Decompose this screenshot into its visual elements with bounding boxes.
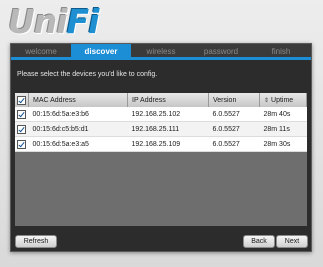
header-uptime-label: Uptime bbox=[271, 96, 294, 104]
device-table-container: MAC Address IP Address Version ⇕ Uptime 0… bbox=[15, 93, 307, 226]
cell-ip: 192.168.25.109 bbox=[127, 136, 209, 152]
select-all-checkbox[interactable] bbox=[17, 95, 26, 105]
row-checkbox-cell[interactable] bbox=[15, 136, 29, 152]
step-finish[interactable]: finish bbox=[251, 44, 311, 60]
next-button[interactable]: Next bbox=[276, 235, 308, 248]
setup-wizard-panel: welcome discover wireless password finis… bbox=[10, 43, 312, 252]
cell-ip: 192.168.25.102 bbox=[127, 107, 209, 122]
logo-text-uni: Uni bbox=[8, 2, 68, 41]
sort-icon: ⇕ bbox=[264, 97, 270, 104]
cell-uptime: 28m 11s bbox=[259, 121, 307, 137]
cell-uptime: 28m 40s bbox=[259, 107, 307, 122]
header-ip[interactable]: IP Address bbox=[127, 93, 209, 107]
step-password[interactable]: password bbox=[191, 44, 251, 60]
unifi-logo: UniFi bbox=[8, 2, 100, 41]
wizard-steps: welcome discover wireless password finis… bbox=[11, 44, 311, 60]
back-button[interactable]: Back bbox=[243, 235, 275, 248]
refresh-button[interactable]: Refresh bbox=[15, 235, 57, 248]
cell-uptime: 28m 30s bbox=[259, 136, 307, 152]
row-checkbox-cell[interactable] bbox=[15, 121, 29, 137]
table-row[interactable]: 00:15:6d:5a:e3:b6 192.168.25.102 6.0.552… bbox=[15, 107, 307, 122]
cell-mac: 00:15:6d:5a:e3:a5 bbox=[28, 136, 128, 152]
cell-mac: 00:15:6d:c5:b5:d1 bbox=[28, 121, 128, 137]
table-row[interactable]: 00:15:6d:c5:b5:d1 192.168.25.111 6.0.552… bbox=[15, 121, 307, 137]
header-mac[interactable]: MAC Address bbox=[28, 93, 128, 107]
row-checkbox[interactable] bbox=[17, 124, 27, 134]
table-header-row: MAC Address IP Address Version ⇕ Uptime bbox=[15, 93, 307, 107]
row-checkbox[interactable] bbox=[17, 109, 27, 119]
device-table: MAC Address IP Address Version ⇕ Uptime 0… bbox=[15, 93, 307, 152]
header-uptime[interactable]: ⇕ Uptime bbox=[259, 93, 307, 107]
step-wireless[interactable]: wireless bbox=[131, 44, 191, 60]
row-checkbox[interactable] bbox=[17, 139, 27, 149]
table-row[interactable]: 00:15:6d:5a:e3:a5 192.168.25.109 6.0.552… bbox=[15, 136, 307, 152]
cell-version: 6.0.5527 bbox=[208, 121, 260, 137]
cell-mac: 00:15:6d:5a:e3:b6 bbox=[28, 107, 128, 122]
instruction-text: Please select the devices you'd like to … bbox=[17, 71, 158, 78]
step-welcome[interactable]: welcome bbox=[11, 44, 71, 60]
step-discover[interactable]: discover bbox=[71, 44, 131, 60]
cell-version: 6.0.5527 bbox=[208, 136, 260, 152]
logo-text-fi: Fi bbox=[66, 2, 100, 41]
select-all-header[interactable] bbox=[15, 93, 29, 107]
row-checkbox-cell[interactable] bbox=[15, 107, 29, 122]
cell-ip: 192.168.25.111 bbox=[127, 121, 209, 137]
header-version[interactable]: Version bbox=[208, 93, 260, 107]
cell-version: 6.0.5527 bbox=[208, 107, 260, 122]
